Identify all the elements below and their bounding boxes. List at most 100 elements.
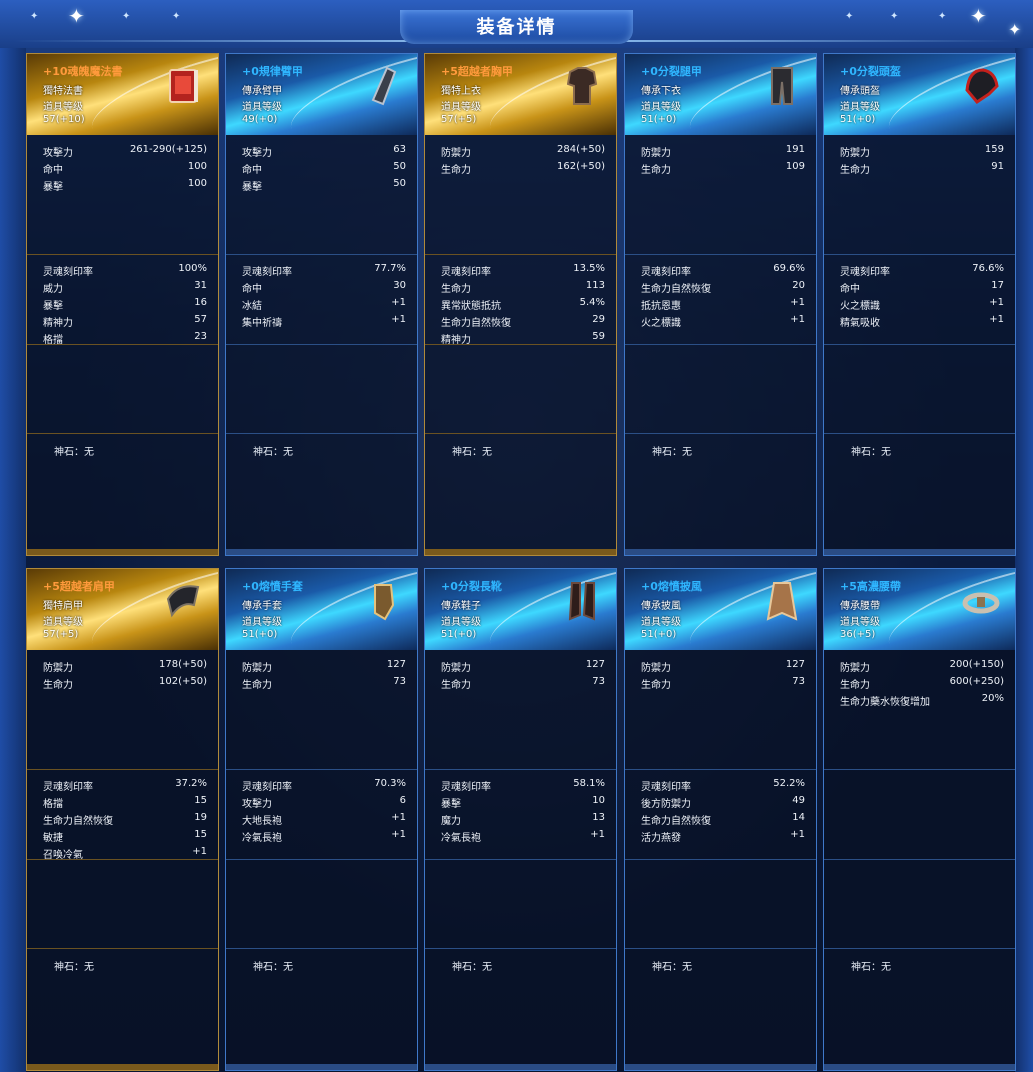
stat-value: 100 — [187, 161, 207, 172]
stat-name: 防禦力 — [840, 148, 870, 159]
stat-value: 73 — [393, 676, 406, 687]
stat-value: 109 — [785, 161, 805, 172]
stat-name: 灵魂刻印率 — [441, 267, 491, 278]
stat-name: 攻擊力 — [242, 148, 272, 159]
shoulder-armor-icon[interactable] — [164, 579, 204, 623]
section-divider — [824, 344, 1015, 345]
chest-armor-icon[interactable] — [562, 64, 602, 108]
soul-stat-row: 灵魂刻印率 69.6% — [641, 263, 805, 278]
stat-name: 抵抗恩惠 — [641, 301, 681, 312]
soul-stat-row: 生命力自然恢復 14 — [641, 812, 805, 827]
soul-stat-row: 灵魂刻印率 52.2% — [641, 778, 805, 793]
sparkle-dot-icon: ✦ — [122, 11, 131, 22]
stat-name: 生命力 — [641, 165, 671, 176]
helmet-icon[interactable] — [961, 64, 1001, 108]
stat-name: 異常狀態抵抗 — [441, 301, 501, 312]
base-stat-row: 暴擊 100 — [43, 178, 207, 193]
godstone-slot: 神石：无 — [54, 447, 94, 458]
leg-armor-icon[interactable] — [762, 64, 802, 108]
stat-value: +1 — [790, 314, 805, 325]
stat-value: 58.1% — [573, 778, 605, 789]
stat-value: 59 — [592, 331, 605, 342]
section-divider — [425, 254, 616, 255]
stat-name: 活力燕發 — [641, 833, 681, 844]
soul-stat-row: 敏捷 15 — [43, 829, 207, 844]
card-bottom-bar — [625, 549, 816, 555]
base-stat-row: 命中 100 — [43, 161, 207, 176]
equipment-card[interactable]: +0分裂頭盔 傳承頭盔 道具等级 51(+0) 防禦力 159 生命力 91 灵魂刻印率 76.6… — [823, 53, 1016, 556]
section-divider — [425, 859, 616, 860]
soul-stat-row: 灵魂刻印率 100% — [43, 263, 207, 278]
gloves-icon[interactable] — [363, 579, 403, 623]
godstone-slot: 神石：无 — [652, 447, 692, 458]
stat-value: 77.7% — [374, 263, 406, 274]
soul-stat-row: 後方防禦力 49 — [641, 795, 805, 810]
bracer-icon[interactable] — [363, 64, 403, 108]
item-level-label: 道具等级 — [641, 102, 681, 113]
stat-value: 19 — [194, 812, 207, 823]
stat-name: 命中 — [43, 165, 63, 176]
equipment-card[interactable]: +5超越者肩甲 獨特肩甲 道具等级 57(+5) 防禦力 178(+50) 生命力 102(+… — [26, 568, 219, 1071]
item-level-label: 道具等级 — [840, 617, 880, 628]
stat-name: 命中 — [242, 165, 262, 176]
stat-name: 攻擊力 — [43, 148, 73, 159]
stat-name: 灵魂刻印率 — [43, 782, 93, 793]
stat-name: 精氣吸收 — [840, 318, 880, 329]
stat-value: 16 — [194, 297, 207, 308]
cloak-icon[interactable] — [762, 579, 802, 623]
section-divider — [625, 859, 816, 860]
boots-icon[interactable] — [562, 579, 602, 623]
equipment-card[interactable]: +0分裂長靴 傳承鞋子 道具等级 51(+0) 防禦力 127 生命力 73 灵魂刻印率 58.1… — [424, 568, 617, 1071]
stat-name: 防禦力 — [441, 663, 471, 674]
stat-value: 52.2% — [773, 778, 805, 789]
spellbook-icon[interactable] — [164, 64, 204, 108]
stat-value: 162(+50) — [557, 161, 605, 172]
equipment-card[interactable]: +0規律臂甲 傳承臂甲 道具等级 49(+0) 攻擊力 63 命中 50 暴擊 50 灵魂刻印率 77… — [225, 53, 418, 556]
stat-name: 冷氣長袍 — [441, 833, 481, 844]
stat-value: +1 — [790, 829, 805, 840]
equipment-card[interactable]: +0熔憤披風 傳承披風 道具等级 51(+0) 防禦力 127 生命力 73 灵魂刻印率 52.2… — [624, 568, 817, 1071]
item-level-label: 道具等级 — [441, 102, 481, 113]
stat-name: 格擋 — [43, 799, 63, 810]
base-stat-row: 攻擊力 63 — [242, 144, 406, 159]
section-divider — [625, 948, 816, 949]
item-type: 傳承鞋子 — [441, 601, 481, 612]
stat-name: 灵魂刻印率 — [242, 267, 292, 278]
equipment-card[interactable]: +0熔憤手套 傳承手套 道具等级 51(+0) 防禦力 127 生命力 73 灵魂刻印率 70.3… — [225, 568, 418, 1071]
stat-value: +1 — [391, 812, 406, 823]
item-level-label: 道具等级 — [641, 617, 681, 628]
card-bottom-bar — [425, 549, 616, 555]
item-type: 傳承下衣 — [641, 86, 681, 97]
godstone-slot: 神石：无 — [851, 447, 891, 458]
soul-stat-row: 火之標識 +1 — [641, 314, 805, 329]
section-divider — [625, 433, 816, 434]
card-header: +5超越者肩甲 獨特肩甲 道具等级 57(+5) — [27, 569, 218, 650]
stat-value: 127 — [585, 659, 605, 670]
equipment-card[interactable]: +10魂魄魔法書 獨特法書 道具等级 57(+10) 攻擊力 261-290(+125) 命… — [26, 53, 219, 556]
section-divider — [824, 433, 1015, 434]
stat-name: 命中 — [242, 284, 262, 295]
item-name: +0分裂腿甲 — [641, 65, 702, 78]
equipment-card[interactable]: +5高濃腰帶 傳承腰帶 道具等级 36(+5) 防禦力 200(+150) 生命力 600(+… — [823, 568, 1016, 1071]
stat-value: +1 — [391, 829, 406, 840]
stat-value: 10 — [592, 795, 605, 806]
item-level: 57(+10) — [43, 114, 85, 125]
stat-value: 37.2% — [175, 778, 207, 789]
section-divider — [226, 769, 417, 770]
sparkle-dot-icon: ✦ — [845, 11, 854, 22]
stat-value: 200(+150) — [949, 659, 1004, 670]
belt-icon[interactable] — [961, 579, 1001, 623]
equipment-card[interactable]: +0分裂腿甲 傳承下衣 道具等级 51(+0) 防禦力 191 生命力 109 灵魂刻印率 69.… — [624, 53, 817, 556]
stat-value: 57 — [194, 314, 207, 325]
item-level: 51(+0) — [641, 114, 677, 125]
section-divider — [824, 254, 1015, 255]
godstone-slot: 神石：无 — [54, 962, 94, 973]
soul-stat-row: 活力燕發 +1 — [641, 829, 805, 844]
base-stat-row: 防禦力 178(+50) — [43, 659, 207, 674]
card-header: +0熔憤手套 傳承手套 道具等级 51(+0) — [226, 569, 417, 650]
close-icon[interactable]: ✦ — [1008, 20, 1021, 40]
equipment-card[interactable]: +5超越者胸甲 獨特上衣 道具等级 57(+5) 防禦力 284(+50) 生命力 162(+… — [424, 53, 617, 556]
equipment-window: 装备详情 ✦ ✦ ✦ ✦ ✦ ✦ ✦ ✦ ✦ +10魂魄魔法書 獨特法書 道具等级 5… — [0, 0, 1033, 1072]
card-bottom-bar — [226, 1064, 417, 1070]
stat-name: 大地長袍 — [242, 816, 282, 827]
